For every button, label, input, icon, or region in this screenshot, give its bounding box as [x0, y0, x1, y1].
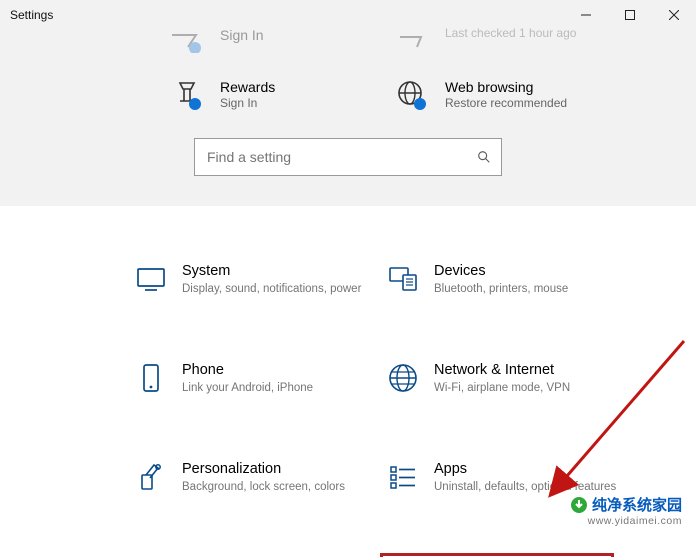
rewards-title: Rewards: [220, 78, 275, 96]
search-icon: [477, 150, 491, 164]
rewards-icon: [170, 78, 204, 112]
web-title: Web browsing: [445, 78, 567, 96]
update-sub: Last checked 1 hour ago: [445, 26, 576, 42]
phone-title: Phone: [182, 361, 313, 381]
search-box[interactable]: [194, 138, 502, 176]
network-icon: [386, 361, 420, 395]
header-item-signin[interactable]: Sign In: [170, 26, 395, 60]
header-item-rewards[interactable]: Rewards Sign In: [170, 78, 395, 112]
system-sub: Display, sound, notifications, power: [182, 282, 361, 298]
category-network[interactable]: Network & Internet Wi-Fi, airplane mode,…: [380, 355, 632, 406]
devices-title: Devices: [434, 262, 568, 282]
category-personalization[interactable]: Personalization Background, lock screen,…: [128, 454, 380, 505]
phone-icon: [134, 361, 168, 395]
category-time-language[interactable]: A字 Time & Language Speech, region, date: [380, 553, 614, 557]
rewards-sub: Sign In: [220, 96, 275, 112]
watermark: 纯净系统家园 www.yidaimei.com: [570, 494, 682, 527]
header-area: Sign In Last checked 1 hour ago Rewards …: [0, 26, 696, 206]
category-phone[interactable]: Phone Link your Android, iPhone: [128, 355, 380, 406]
watermark-cn: 纯净系统家园: [592, 494, 682, 515]
web-icon: [395, 78, 429, 112]
devices-sub: Bluetooth, printers, mouse: [434, 282, 568, 298]
signin-icon: [170, 26, 204, 60]
signin-title: Sign In: [220, 26, 264, 44]
category-devices[interactable]: Devices Bluetooth, printers, mouse: [380, 256, 632, 307]
system-icon: [134, 262, 168, 296]
watermark-url: www.yidaimei.com: [570, 515, 682, 527]
network-title: Network & Internet: [434, 361, 570, 381]
devices-icon: [386, 262, 420, 296]
category-accounts[interactable]: Accounts Your accounts, email, sync, wor…: [128, 553, 380, 557]
system-title: System: [182, 262, 361, 282]
personalization-sub: Background, lock screen, colors: [182, 480, 345, 496]
network-sub: Wi-Fi, airplane mode, VPN: [434, 381, 570, 397]
personalization-title: Personalization: [182, 460, 345, 480]
category-system[interactable]: System Display, sound, notifications, po…: [128, 256, 380, 307]
header-item-update[interactable]: Last checked 1 hour ago: [395, 26, 620, 60]
apps-title: Apps: [434, 460, 616, 480]
watermark-icon: [570, 496, 588, 514]
header-item-web[interactable]: Web browsing Restore recommended: [395, 78, 620, 112]
close-button[interactable]: [652, 0, 696, 30]
search-input[interactable]: [205, 148, 477, 166]
window-title: Settings: [10, 8, 53, 22]
apps-icon: [386, 460, 420, 494]
update-icon: [395, 26, 429, 60]
apps-sub: Uninstall, defaults, optional features: [434, 480, 616, 496]
web-sub: Restore recommended: [445, 96, 567, 112]
personalization-icon: [134, 460, 168, 494]
phone-sub: Link your Android, iPhone: [182, 381, 313, 397]
